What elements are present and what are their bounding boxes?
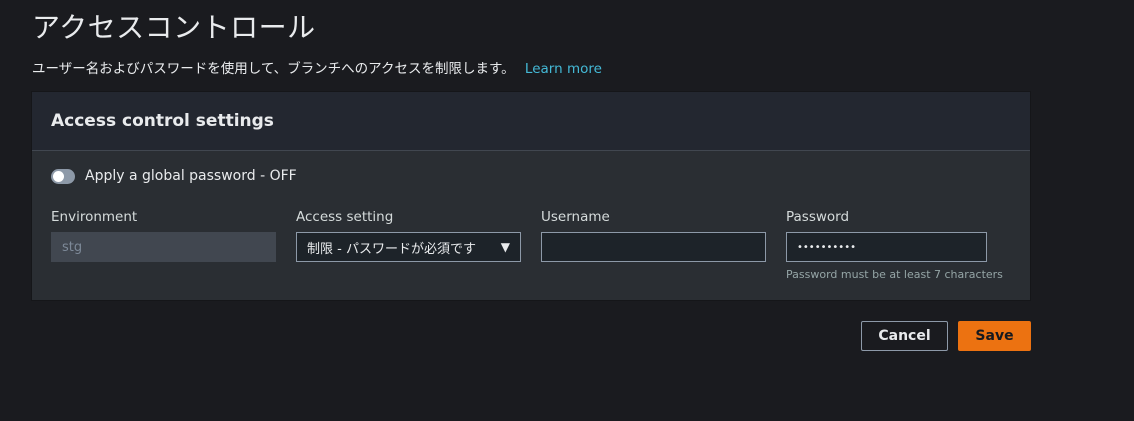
learn-more-link[interactable]: Learn more bbox=[525, 61, 602, 77]
password-hint: Password must be at least 7 characters bbox=[786, 268, 1003, 281]
panel-title: Access control settings bbox=[51, 111, 274, 131]
environment-label: Environment bbox=[51, 209, 138, 225]
caret-down-icon: ▼ bbox=[500, 240, 510, 254]
global-password-toggle[interactable] bbox=[51, 168, 75, 184]
username-input[interactable] bbox=[541, 232, 766, 262]
access-setting-field: Access setting 制限 - パスワードが必須です ▼ bbox=[296, 209, 521, 262]
global-password-toggle-label: Apply a global password - OFF bbox=[85, 168, 297, 184]
environment-field: Environment stg bbox=[51, 209, 276, 262]
page-title: アクセスコントロール bbox=[32, 11, 316, 44]
environment-input: stg bbox=[51, 232, 276, 262]
username-label: Username bbox=[541, 209, 610, 225]
password-value: •••••••••• bbox=[797, 241, 856, 253]
access-setting-value: 制限 - パスワードが必須です bbox=[307, 241, 476, 257]
global-password-toggle-row[interactable]: Apply a global password - OFF bbox=[51, 168, 297, 184]
environment-value: stg bbox=[62, 239, 83, 255]
cancel-button[interactable]: Cancel bbox=[861, 321, 948, 351]
access-setting-label: Access setting bbox=[296, 209, 394, 225]
save-button[interactable]: Save bbox=[958, 321, 1031, 351]
password-input[interactable]: •••••••••• bbox=[786, 232, 987, 262]
username-field: Username bbox=[541, 209, 766, 262]
page-description: ユーザー名およびパスワードを使用して、ブランチへのアクセスを制限します。 Lea… bbox=[32, 57, 602, 77]
toggle-knob bbox=[53, 170, 64, 182]
access-control-panel: Access control settings Apply a global p… bbox=[31, 91, 1031, 301]
password-field: Password •••••••••• Password must be at … bbox=[786, 209, 1003, 281]
description-text: ユーザー名およびパスワードを使用して、ブランチへのアクセスを制限します。 bbox=[32, 61, 515, 77]
panel-header: Access control settings bbox=[32, 92, 1030, 151]
access-setting-select[interactable]: 制限 - パスワードが必須です ▼ bbox=[296, 232, 521, 262]
password-label: Password bbox=[786, 209, 850, 225]
